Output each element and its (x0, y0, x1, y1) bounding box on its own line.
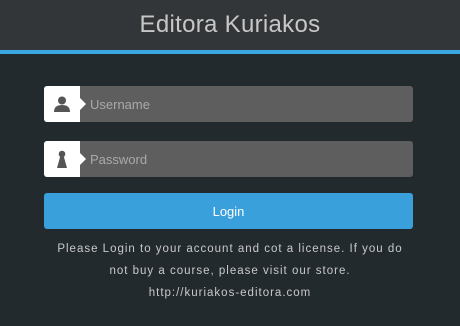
app-title: Editora Kuriakos (139, 11, 321, 38)
password-input[interactable] (90, 141, 405, 177)
username-input[interactable] (90, 86, 405, 122)
store-link[interactable]: http://kuriakos-editora.com (30, 282, 430, 304)
username-field (44, 86, 413, 122)
login-window: Editora Kuriakos Login Please Login to y… (0, 0, 460, 326)
lock-icon (44, 141, 86, 177)
login-button[interactable]: Login (44, 193, 413, 229)
header-accent-bar (0, 50, 460, 54)
user-icon (44, 86, 86, 122)
info-line-1: Please Login to your account and cot a l… (57, 243, 403, 255)
password-field (44, 141, 413, 177)
app-header: Editora Kuriakos (0, 0, 460, 50)
info-text: Please Login to your account and cot a l… (30, 238, 430, 304)
info-line-2: not buy a course, please visit our store… (109, 265, 351, 277)
